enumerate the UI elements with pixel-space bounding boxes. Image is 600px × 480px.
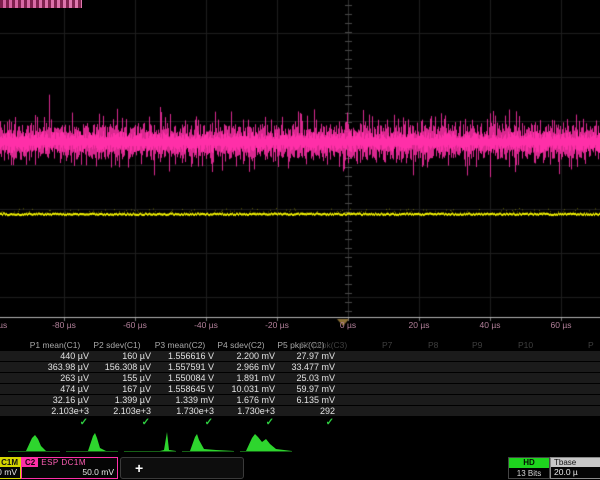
status-check-icon: ✓ [20, 417, 90, 429]
time-axis-label: -20 µs [255, 320, 299, 330]
tbase-value: 20.0 µ [551, 467, 600, 478]
histicon-p4[interactable] [182, 430, 234, 459]
measure-column-p3: P3 mean(C2)1.556616 V1.557591 V1.550084 … [145, 340, 215, 429]
c2-badge: C2 [22, 458, 38, 467]
time-axis: -100 µs -80 µs -60 µs -40 µs -20 µs 0 µs 20 µs… [0, 320, 600, 333]
measure-value: 156.308 µV [82, 362, 152, 373]
hd-mode-box[interactable]: HD 13 Bits [508, 457, 550, 479]
c2-volts-per-div: 50.0 mV [22, 467, 117, 478]
measure-value: 1.550084 V [145, 373, 215, 384]
measure-value: 155 µV [82, 373, 152, 384]
measure-header[interactable]: P1 mean(C1) [20, 340, 90, 351]
channel-c1-descriptor[interactable]: C1M 0 mV [0, 457, 21, 479]
status-check-icon: ✓ [266, 417, 336, 429]
inactive-measure-header: P9 [472, 340, 482, 351]
time-axis-label: -100 µs [0, 320, 15, 330]
channel-c2-descriptor[interactable]: C2ESP DC1M 50.0 mV [21, 457, 118, 479]
waveform-display[interactable] [0, 0, 600, 334]
measure-header[interactable]: P3 mean(C2) [145, 340, 215, 351]
inactive-measure-header: P6 pkpk(C3) [300, 340, 347, 351]
measure-value: 1.399 µV [82, 395, 152, 406]
time-axis-label: 0 µs [326, 320, 370, 330]
histicon-row [0, 430, 600, 457]
inactive-measure-header: P [588, 340, 594, 351]
measure-column-p5: P5 pkpk(C2)27.97 mV33.477 mV25.03 mV59.9… [266, 340, 336, 429]
measure-value: 1.730e+3 [145, 406, 215, 417]
time-axis-label: 40 µs [468, 320, 512, 330]
histicon-p1[interactable] [8, 430, 60, 459]
status-check-icon: ✓ [82, 417, 152, 429]
descriptor-bar: C1M 0 mV C2ESP DC1M 50.0 mV + HD 13 Bits… [0, 457, 600, 480]
time-axis-label: -40 µs [184, 320, 228, 330]
measure-table: P1 mean(C1)440 µV363.98 µV263 µV474 µV32… [0, 340, 600, 430]
oscilloscope-screen: -100 µs -80 µs -60 µs -40 µs -20 µs 0 µs 20 µs… [0, 0, 600, 480]
inactive-measure-header: P8 [428, 340, 438, 351]
clipped-top-label [0, 0, 82, 8]
measure-value: 292 [266, 406, 336, 417]
c2-strip: C2ESP DC1M [22, 458, 117, 467]
measure-header[interactable]: P2 sdev(C1) [82, 340, 152, 351]
add-trace-box[interactable]: + [120, 457, 244, 479]
measure-value: 1.557591 V [145, 362, 215, 373]
measure-value: 1.558645 V [145, 384, 215, 395]
measure-value: 1.339 mV [145, 395, 215, 406]
measure-column-p1: P1 mean(C1)440 µV363.98 µV263 µV474 µV32… [20, 340, 90, 429]
inactive-measure-header: P10 [518, 340, 533, 351]
tbase-label: Tbase [551, 458, 600, 467]
c1-volts-per-div: 0 mV [0, 467, 20, 478]
measure-value: 33.477 mV [266, 362, 336, 373]
timebase-descriptor[interactable]: Tbase 20.0 µ [550, 457, 600, 479]
c1-badge: C1M [0, 458, 20, 467]
time-axis-label: -60 µs [113, 320, 157, 330]
measure-value: 474 µV [20, 384, 90, 395]
measure-column-p2: P2 sdev(C1)160 µV156.308 µV155 µV167 µV1… [82, 340, 152, 429]
hd-badge: HD [509, 458, 549, 468]
measure-value: 2.103e+3 [20, 406, 90, 417]
measure-value: 2.103e+3 [82, 406, 152, 417]
time-axis-label: -80 µs [42, 320, 86, 330]
measure-value: 1.556616 V [145, 351, 215, 362]
inactive-measure-header: P7 [382, 340, 392, 351]
histicon-p3[interactable] [124, 430, 176, 459]
time-axis-label: 60 µs [539, 320, 583, 330]
plus-icon[interactable]: + [135, 459, 143, 477]
time-axis-label: 20 µs [397, 320, 441, 330]
measure-value: 25.03 mV [266, 373, 336, 384]
measure-value: 32.16 µV [20, 395, 90, 406]
status-check-icon: ✓ [145, 417, 215, 429]
measure-value: 160 µV [82, 351, 152, 362]
measure-value: 363.98 µV [20, 362, 90, 373]
histicon-p5[interactable] [240, 430, 292, 459]
measure-value: 6.135 mV [266, 395, 336, 406]
measure-value: 167 µV [82, 384, 152, 395]
measure-value: 440 µV [20, 351, 90, 362]
c2-coupling: ESP DC1M [38, 458, 86, 467]
measure-value: 27.97 mV [266, 351, 336, 362]
measure-value: 59.97 mV [266, 384, 336, 395]
histicon-p2[interactable] [66, 430, 118, 459]
measure-value: 263 µV [20, 373, 90, 384]
hd-bits: 13 Bits [509, 468, 549, 478]
